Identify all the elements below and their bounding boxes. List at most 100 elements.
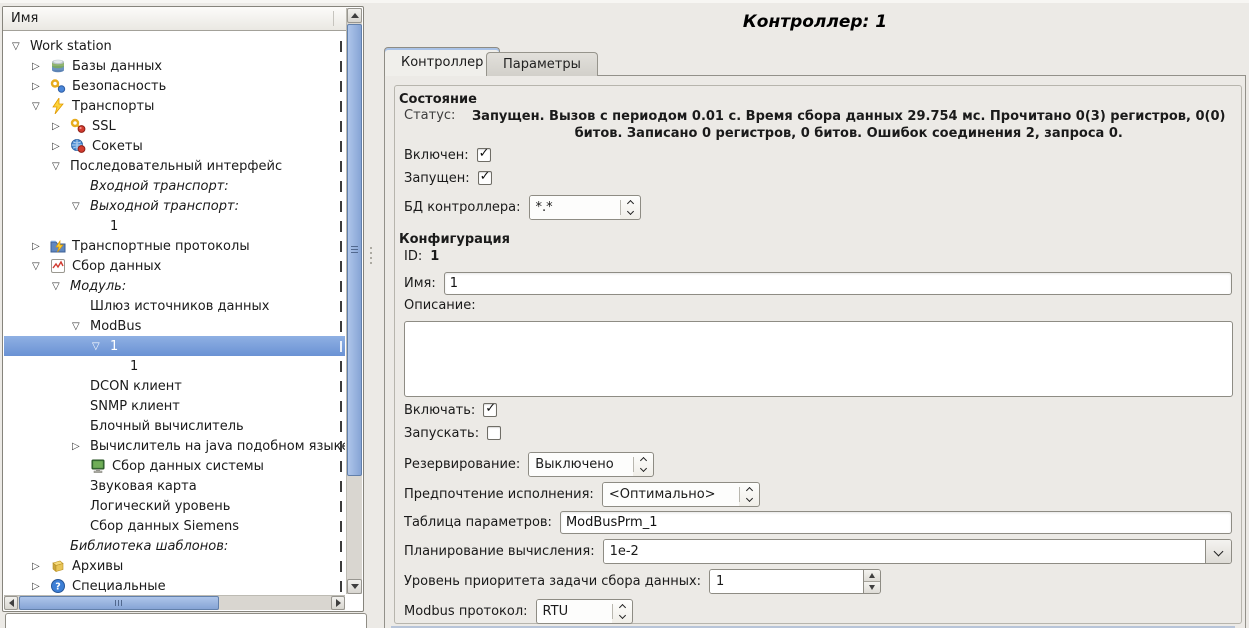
redundancy-combobox[interactable]: Выключено (528, 452, 654, 477)
id-row: ID: 1 (404, 246, 439, 266)
exec-preference-label: Предпочтение исполнения: (404, 487, 594, 502)
expand-expander-icon[interactable]: ▷ (52, 141, 70, 152)
horizontal-scroll-thumb[interactable] (19, 596, 219, 610)
tree-item[interactable]: DCON клиент (4, 376, 345, 396)
scroll-up-button[interactable] (347, 8, 362, 23)
collapse-expander-icon[interactable]: ▽ (32, 261, 50, 272)
to-enable-checkbox[interactable] (483, 403, 497, 417)
tab-controller[interactable]: Контроллер (384, 47, 500, 76)
tree-item[interactable]: ▷Вычислитель на java подобном языке (4, 436, 345, 456)
tree-filter-box[interactable] (5, 613, 367, 628)
tree-item[interactable]: Входной транспорт: (4, 176, 345, 196)
collapse-expander-icon[interactable]: ▽ (12, 41, 30, 52)
status-row: Статус: Запущен. Вызов с периодом 0.01 с… (404, 108, 1232, 142)
name-input[interactable] (444, 272, 1232, 295)
priority-spinbox[interactable]: 1 (709, 569, 881, 594)
chevron-down-icon (619, 612, 626, 619)
schedule-value: 1e-2 (604, 540, 1205, 563)
clipped-column-text (340, 541, 342, 552)
tree-item-label: Библиотека шаблонов: (70, 539, 228, 554)
combo-spin-arrows[interactable] (634, 453, 653, 476)
clipped-column-text (340, 361, 342, 372)
tree-item[interactable]: ▷Транспортные протоколы (4, 236, 345, 256)
combo-spin-arrows[interactable] (740, 483, 759, 506)
tree-body: ▽Work station▷Базы данных▷Безопасность▽Т… (4, 32, 345, 594)
panel-splitter-handle[interactable] (368, 247, 374, 271)
spin-down-button[interactable] (864, 582, 880, 593)
status-value: Запущен. Вызов с периодом 0.01 с. Время … (465, 108, 1232, 142)
collapse-expander-icon[interactable]: ▽ (32, 101, 50, 112)
protocol-combobox[interactable]: RTU (536, 599, 633, 624)
tree-item[interactable]: 1 (4, 356, 345, 376)
combo-spin-arrows[interactable] (621, 196, 640, 219)
tree-item[interactable]: ▷Сокеты (4, 136, 345, 156)
column-separator[interactable] (333, 11, 334, 26)
exec-preference-row: Предпочтение исполнения: <Оптимально> (404, 482, 760, 507)
collapse-expander-icon[interactable]: ▽ (72, 201, 90, 212)
tree-item-label: Модуль: (70, 279, 126, 294)
tree-item[interactable]: Сбор данных Siemens (4, 516, 345, 536)
tree-item[interactable]: ▽Последовательный интерфейс (4, 156, 345, 176)
exec-preference-combobox[interactable]: <Оптимально> (602, 482, 760, 507)
tree-item[interactable]: Блочный вычислитель (4, 416, 345, 436)
expand-expander-icon[interactable]: ▷ (52, 121, 70, 132)
socket-globe-icon (70, 138, 86, 154)
tree-item[interactable]: ▷SSL (4, 116, 345, 136)
param-table-input[interactable] (560, 511, 1232, 534)
expand-expander-icon[interactable]: ▷ (32, 581, 50, 592)
to-enable-row: Включать: (404, 400, 497, 420)
collapse-expander-icon[interactable]: ▽ (92, 341, 110, 352)
schedule-combobox[interactable]: 1e-2 (603, 539, 1232, 564)
tree-item[interactable]: 1 (4, 216, 345, 236)
tree-item[interactable]: Библиотека шаблонов: (4, 536, 345, 556)
scroll-left-button[interactable] (4, 596, 18, 610)
collapse-expander-icon[interactable]: ▽ (52, 161, 70, 172)
tree-item[interactable]: SNMP клиент (4, 396, 345, 416)
enabled-checkbox[interactable] (477, 148, 491, 162)
tree-item[interactable]: Шлюз источников данных (4, 296, 345, 316)
tree-item[interactable]: ▽Транспорты (4, 96, 345, 116)
tab-parameters[interactable]: Параметры (486, 52, 598, 76)
tree-item[interactable]: ▷Архивы (4, 556, 345, 576)
started-checkbox[interactable] (478, 171, 492, 185)
tree-item[interactable]: Логический уровень (4, 496, 345, 516)
tree-item-label: Входной транспорт: (90, 179, 229, 194)
collapse-expander-icon[interactable]: ▽ (72, 321, 90, 332)
tree-item[interactable]: ▽ModBus (4, 316, 345, 336)
tree-item-label: Шлюз источников данных (90, 299, 269, 314)
expand-expander-icon[interactable]: ▷ (32, 241, 50, 252)
tree-column-header[interactable]: Имя (3, 7, 346, 31)
tree-item[interactable]: ▽Work station (4, 36, 345, 56)
tree-item[interactable]: Звуковая карта (4, 476, 345, 496)
tree-item[interactable]: ▽Сбор данных (4, 256, 345, 276)
tree-item[interactable]: ▽Модуль: (4, 276, 345, 296)
tree-item[interactable]: Сбор данных системы (4, 456, 345, 476)
dropdown-button[interactable] (1205, 540, 1231, 563)
controller-db-combobox[interactable]: *.* (529, 195, 641, 220)
tree-item[interactable]: ▷Базы данных (4, 56, 345, 76)
collapse-expander-icon[interactable]: ▽ (52, 281, 70, 292)
description-label: Описание: (404, 298, 476, 313)
combo-spin-arrows[interactable] (613, 600, 632, 623)
description-textarea[interactable] (404, 321, 1233, 397)
clipped-column-text (340, 201, 342, 212)
scroll-down-button[interactable] (347, 579, 362, 594)
expand-expander-icon[interactable]: ▷ (32, 561, 50, 572)
to-enable-label: Включать: (404, 403, 475, 418)
expand-expander-icon[interactable]: ▷ (32, 81, 50, 92)
to-start-checkbox[interactable] (487, 426, 501, 440)
tree-vertical-scrollbar[interactable] (346, 8, 362, 594)
scroll-right-button[interactable] (331, 596, 345, 610)
tree-item[interactable]: ▽1 (4, 336, 345, 356)
redundancy-value: Выключено (529, 453, 633, 476)
redundancy-row: Резервирование: Выключено (404, 452, 654, 477)
tree-item[interactable]: ▷?Специальные (4, 576, 345, 594)
tree-item[interactable]: ▷Безопасность (4, 76, 345, 96)
spin-up-button[interactable] (864, 570, 880, 582)
expand-expander-icon[interactable]: ▷ (72, 441, 90, 452)
tree-item[interactable]: ▽Выходной транспорт: (4, 196, 345, 216)
expand-expander-icon[interactable]: ▷ (32, 61, 50, 72)
vertical-scroll-thumb[interactable] (347, 24, 362, 476)
controller-groupbox: Состояние Статус: Запущен. Вызов с перио… (394, 85, 1242, 624)
tree-horizontal-scrollbar[interactable] (4, 595, 345, 610)
